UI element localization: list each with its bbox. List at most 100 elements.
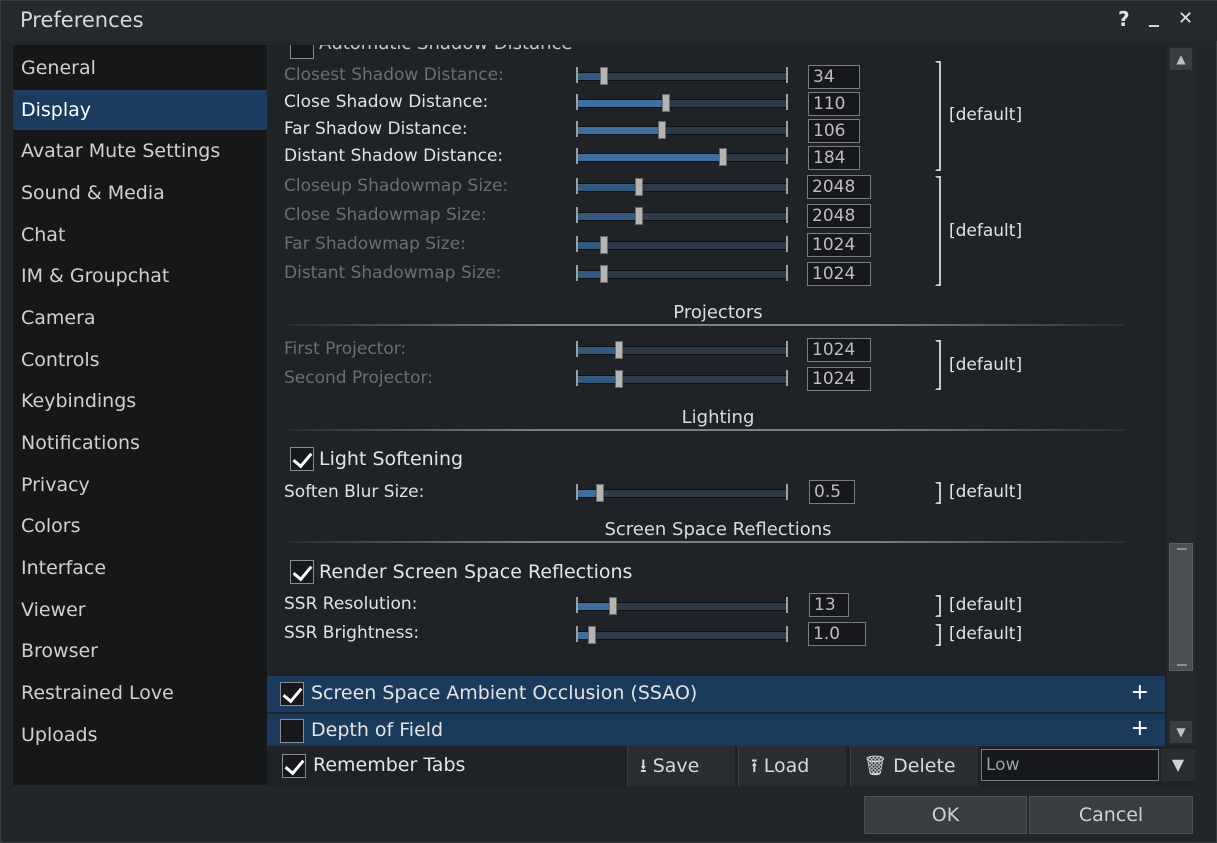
distant-shadowmap-size-slider[interactable] — [576, 265, 788, 283]
ssr-brightness-slider[interactable] — [576, 626, 788, 644]
second-projector-slider[interactable] — [576, 370, 788, 388]
lighting-heading: Lighting — [681, 407, 755, 428]
ssr-brightness-value[interactable]: 1.0 — [808, 622, 866, 646]
sidebar-item-colors[interactable]: Colors — [13, 506, 267, 546]
ssao-accordion-header[interactable]: Screen Space Ambient Occlusion (SSAO) + — [267, 676, 1165, 712]
sidebar-item-uploads[interactable]: Uploads — [13, 715, 267, 755]
slider-knob[interactable] — [635, 178, 643, 196]
shadowmap-size-default-button[interactable]: [default] — [949, 221, 1022, 241]
help-icon[interactable]: ? — [1118, 7, 1130, 31]
ok-button[interactable]: OK — [864, 796, 1027, 834]
display-settings-panel[interactable]: Automatic Shadow Distance Closest Shadow… — [269, 45, 1167, 745]
depth-of-field-accordion-header[interactable]: Depth of Field + — [267, 714, 1165, 746]
load-preset-button[interactable]: ⭱ Load — [738, 746, 846, 786]
far-shadowmap-size-slider[interactable] — [576, 236, 788, 254]
slider-knob[interactable] — [662, 94, 670, 112]
slider-knob[interactable] — [615, 341, 623, 359]
far-shadowmap-size-value[interactable]: 1024 — [807, 233, 871, 257]
slider-knob[interactable] — [596, 484, 604, 502]
depth-of-field-checkbox[interactable] — [280, 719, 304, 743]
slider-knob[interactable] — [609, 597, 617, 615]
close-shadowmap-size-value[interactable]: 2048 — [807, 204, 871, 228]
slider-track[interactable] — [576, 631, 788, 640]
sidebar-item-interface[interactable]: Interface — [13, 548, 267, 588]
scroll-up-arrow-icon[interactable]: ▲ — [1170, 48, 1192, 70]
closeup-shadowmap-size-value[interactable]: 2048 — [807, 175, 871, 199]
slider-knob[interactable] — [635, 207, 643, 225]
slider-knob[interactable] — [600, 265, 608, 283]
slider-knob[interactable] — [615, 370, 623, 388]
save-preset-button[interactable]: ⭳ Save — [627, 746, 735, 786]
closest-shadow-distance-value[interactable]: 34 — [808, 65, 860, 89]
chevron-down-icon[interactable]: ▼ — [1161, 749, 1195, 781]
sidebar-item-chat[interactable]: Chat — [13, 215, 267, 255]
sidebar-item-browser[interactable]: Browser — [13, 631, 267, 671]
sidebar-item-camera[interactable]: Camera — [13, 298, 267, 338]
ssr-brightness-default-button[interactable]: [default] — [949, 624, 1022, 644]
sidebar-item-sound-media[interactable]: Sound & Media — [13, 173, 267, 213]
scroll-down-arrow-icon[interactable]: ▼ — [1170, 721, 1192, 743]
closeup-shadowmap-size-slider[interactable] — [576, 178, 788, 196]
sidebar-item-general[interactable]: General — [13, 48, 267, 88]
load-label: Load — [763, 755, 810, 777]
shadow-distance-default-button[interactable]: [default] — [949, 105, 1022, 125]
sidebar-item-controls[interactable]: Controls — [13, 340, 267, 380]
ssr-resolution-value[interactable]: 13 — [809, 593, 849, 617]
ssr-resolution-slider[interactable] — [576, 597, 788, 615]
remember-tabs-checkbox[interactable] — [282, 754, 306, 778]
second-projector-value[interactable]: 1024 — [807, 367, 871, 391]
soften-blur-size-slider[interactable] — [576, 484, 788, 502]
sidebar-item-privacy[interactable]: Privacy — [13, 465, 267, 505]
auto-shadow-distance-checkbox[interactable] — [290, 45, 314, 59]
slider-min-tick — [576, 236, 578, 252]
slider-max-tick — [786, 94, 788, 110]
closest-shadow-distance-slider[interactable] — [576, 67, 788, 85]
far-shadow-distance-value[interactable]: 106 — [808, 119, 860, 143]
distant-shadow-distance-slider[interactable] — [576, 148, 788, 166]
ssr-resolution-default-button[interactable]: [default] — [949, 595, 1022, 615]
preset-combo-input[interactable]: Low — [981, 749, 1159, 781]
sidebar-item-avatar-mute-settings[interactable]: Avatar Mute Settings — [13, 131, 267, 171]
light-softening-checkbox[interactable] — [290, 447, 314, 471]
slider-knob[interactable] — [588, 626, 596, 644]
slider-knob[interactable] — [600, 236, 608, 254]
sidebar-item-restrained-love[interactable]: Restrained Love — [13, 673, 267, 713]
sidebar-item-keybindings[interactable]: Keybindings — [13, 381, 267, 421]
soften-blur-default-button[interactable]: [default] — [949, 482, 1022, 502]
slider-min-tick — [576, 484, 578, 500]
shadowmap-size-bracket — [935, 176, 941, 286]
ssao-checkbox[interactable] — [280, 682, 304, 706]
far-shadow-distance-slider[interactable] — [576, 121, 788, 139]
close-shadow-distance-slider[interactable] — [576, 94, 788, 112]
distant-shadow-distance-value[interactable]: 184 — [808, 146, 860, 170]
close-shadowmap-size-slider[interactable] — [576, 207, 788, 225]
sidebar-item-notifications[interactable]: Notifications — [13, 423, 267, 463]
delete-preset-button[interactable]: 🗑 Delete — [850, 746, 978, 786]
sidebar-item-im-groupchat[interactable]: IM & Groupchat — [13, 256, 267, 296]
slider-knob[interactable] — [600, 67, 608, 85]
sidebar-item-display[interactable]: Display — [13, 90, 267, 130]
lighting-divider — [289, 429, 1124, 431]
expand-plus-icon[interactable]: + — [1131, 680, 1149, 705]
slider-track[interactable] — [576, 489, 788, 498]
cancel-button[interactable]: Cancel — [1029, 796, 1193, 834]
distant-shadowmap-size-value[interactable]: 1024 — [807, 262, 871, 286]
title-bar[interactable]: Preferences ? _ ✕ — [1, 1, 1217, 41]
sidebar-item-viewer[interactable]: Viewer — [13, 590, 267, 630]
scrollbar-thumb[interactable] — [1169, 543, 1193, 671]
vertical-scrollbar[interactable]: ▲ ▼ — [1167, 45, 1195, 745]
slider-max-tick — [786, 207, 788, 223]
first-projector-slider[interactable] — [576, 341, 788, 359]
slider-max-tick — [786, 626, 788, 642]
close-shadow-distance-value[interactable]: 110 — [808, 92, 860, 116]
minimize-icon[interactable]: _ — [1149, 3, 1159, 27]
slider-knob[interactable] — [719, 148, 727, 166]
slider-knob[interactable] — [658, 121, 666, 139]
render-ssr-checkbox[interactable] — [290, 560, 314, 584]
projector-default-button[interactable]: [default] — [949, 355, 1022, 375]
close-icon[interactable]: ✕ — [1178, 8, 1193, 29]
ssr-brightness-label: SSR Brightness: — [284, 623, 420, 643]
soften-blur-size-value[interactable]: 0.5 — [809, 480, 855, 504]
first-projector-value[interactable]: 1024 — [807, 338, 871, 362]
expand-plus-icon[interactable]: + — [1131, 716, 1149, 741]
